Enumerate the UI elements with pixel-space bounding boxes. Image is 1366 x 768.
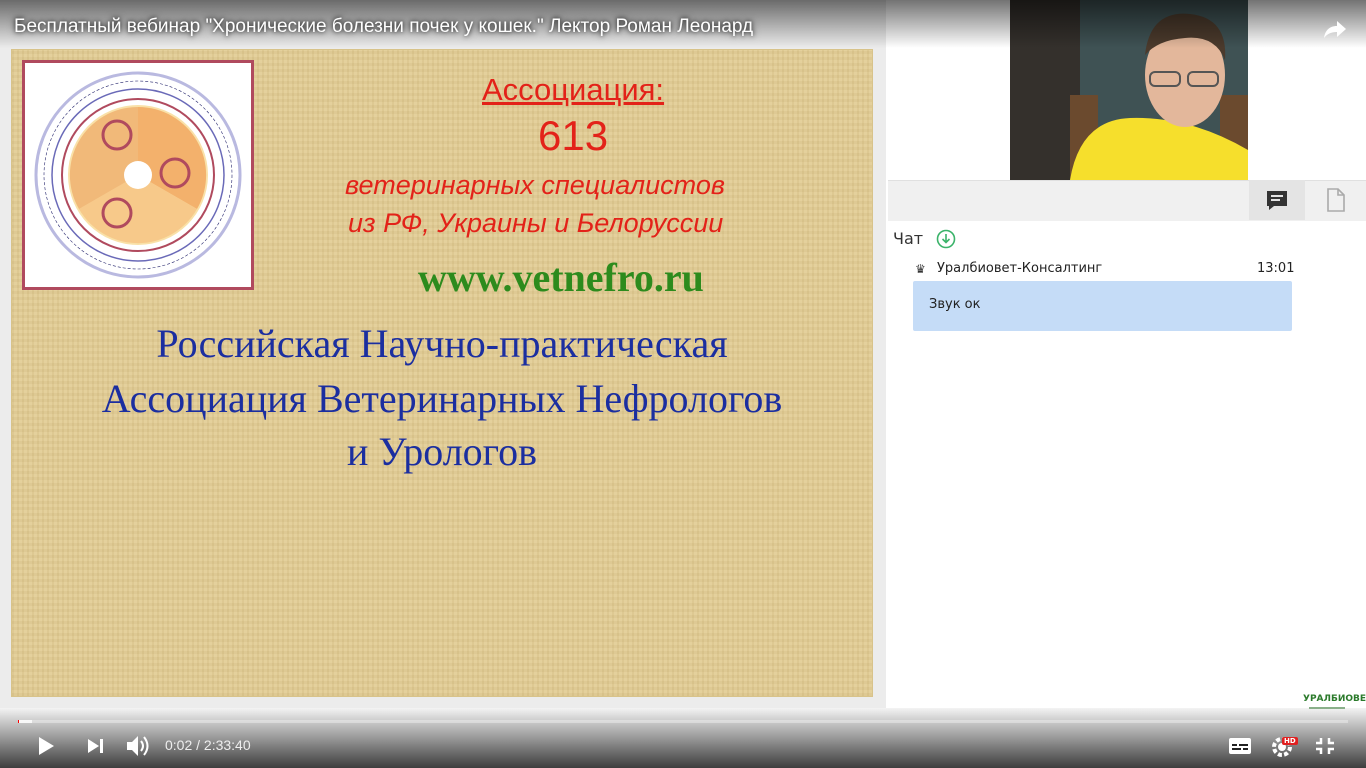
subtitles-icon [1229,738,1251,754]
download-icon [936,229,956,249]
next-icon [88,739,103,753]
chat-download-button[interactable] [936,229,956,249]
association-heading: Ассоциация: [482,72,665,107]
subtitles-button[interactable] [1227,734,1253,758]
tab-chat[interactable] [1249,180,1305,220]
hd-badge: HD [1282,737,1298,745]
play-button[interactable] [34,734,58,758]
share-button[interactable] [1322,16,1348,42]
chat-message-text: Звук ок [929,297,981,312]
volume-icon [127,736,149,756]
presentation-slide: Ассоциация: 613 ветеринарных специалисто… [12,50,872,696]
organization-name-line1: Российская Научно-практическая [156,321,728,366]
time-display: 0:02 / 2:33:40 [165,737,251,753]
slide-area: Ассоциация: 613 ветеринарных специалисто… [0,0,886,708]
tab-documents[interactable] [1307,180,1363,220]
chat-message-author: Уралбиовет-Консалтинг [937,261,1103,276]
next-button[interactable] [84,734,108,758]
association-website: www.vetnefro.ru [418,255,704,300]
association-member-count: 613 [538,112,609,159]
progress-played [18,720,19,723]
document-icon [1327,188,1345,212]
fullscreen-button[interactable] [1312,734,1338,758]
progress-bar[interactable] [18,720,1348,723]
volume-button[interactable] [124,733,152,759]
play-icon [39,737,54,755]
player: Ассоциация: 613 ветеринарных специалисто… [0,0,1366,768]
organization-name-line2: Ассоциация Ветеринарных Нефрологов [101,376,783,421]
association-description-line1: ветеринарных специалистов [345,170,725,200]
organization-name-line3: и Урологов [347,429,537,474]
association-description-line2: из РФ, Украины и Белоруссии [348,208,724,238]
chat-icon [1267,191,1287,210]
chat-message-time: 13:01 [1257,261,1295,276]
chat-heading: Чат [893,229,924,248]
fullscreen-icon [1316,738,1334,754]
brand-logo: УРАЛБИОВЕТ [1303,694,1366,704]
chat-message-bubble: Звук ок [913,281,1292,331]
crown-icon: ♛ [915,262,926,276]
video-title[interactable]: Бесплатный вебинар "Хронические болезни … [14,16,753,38]
progress-buffered [18,720,32,723]
association-logo [22,60,254,290]
share-icon [1324,21,1346,38]
